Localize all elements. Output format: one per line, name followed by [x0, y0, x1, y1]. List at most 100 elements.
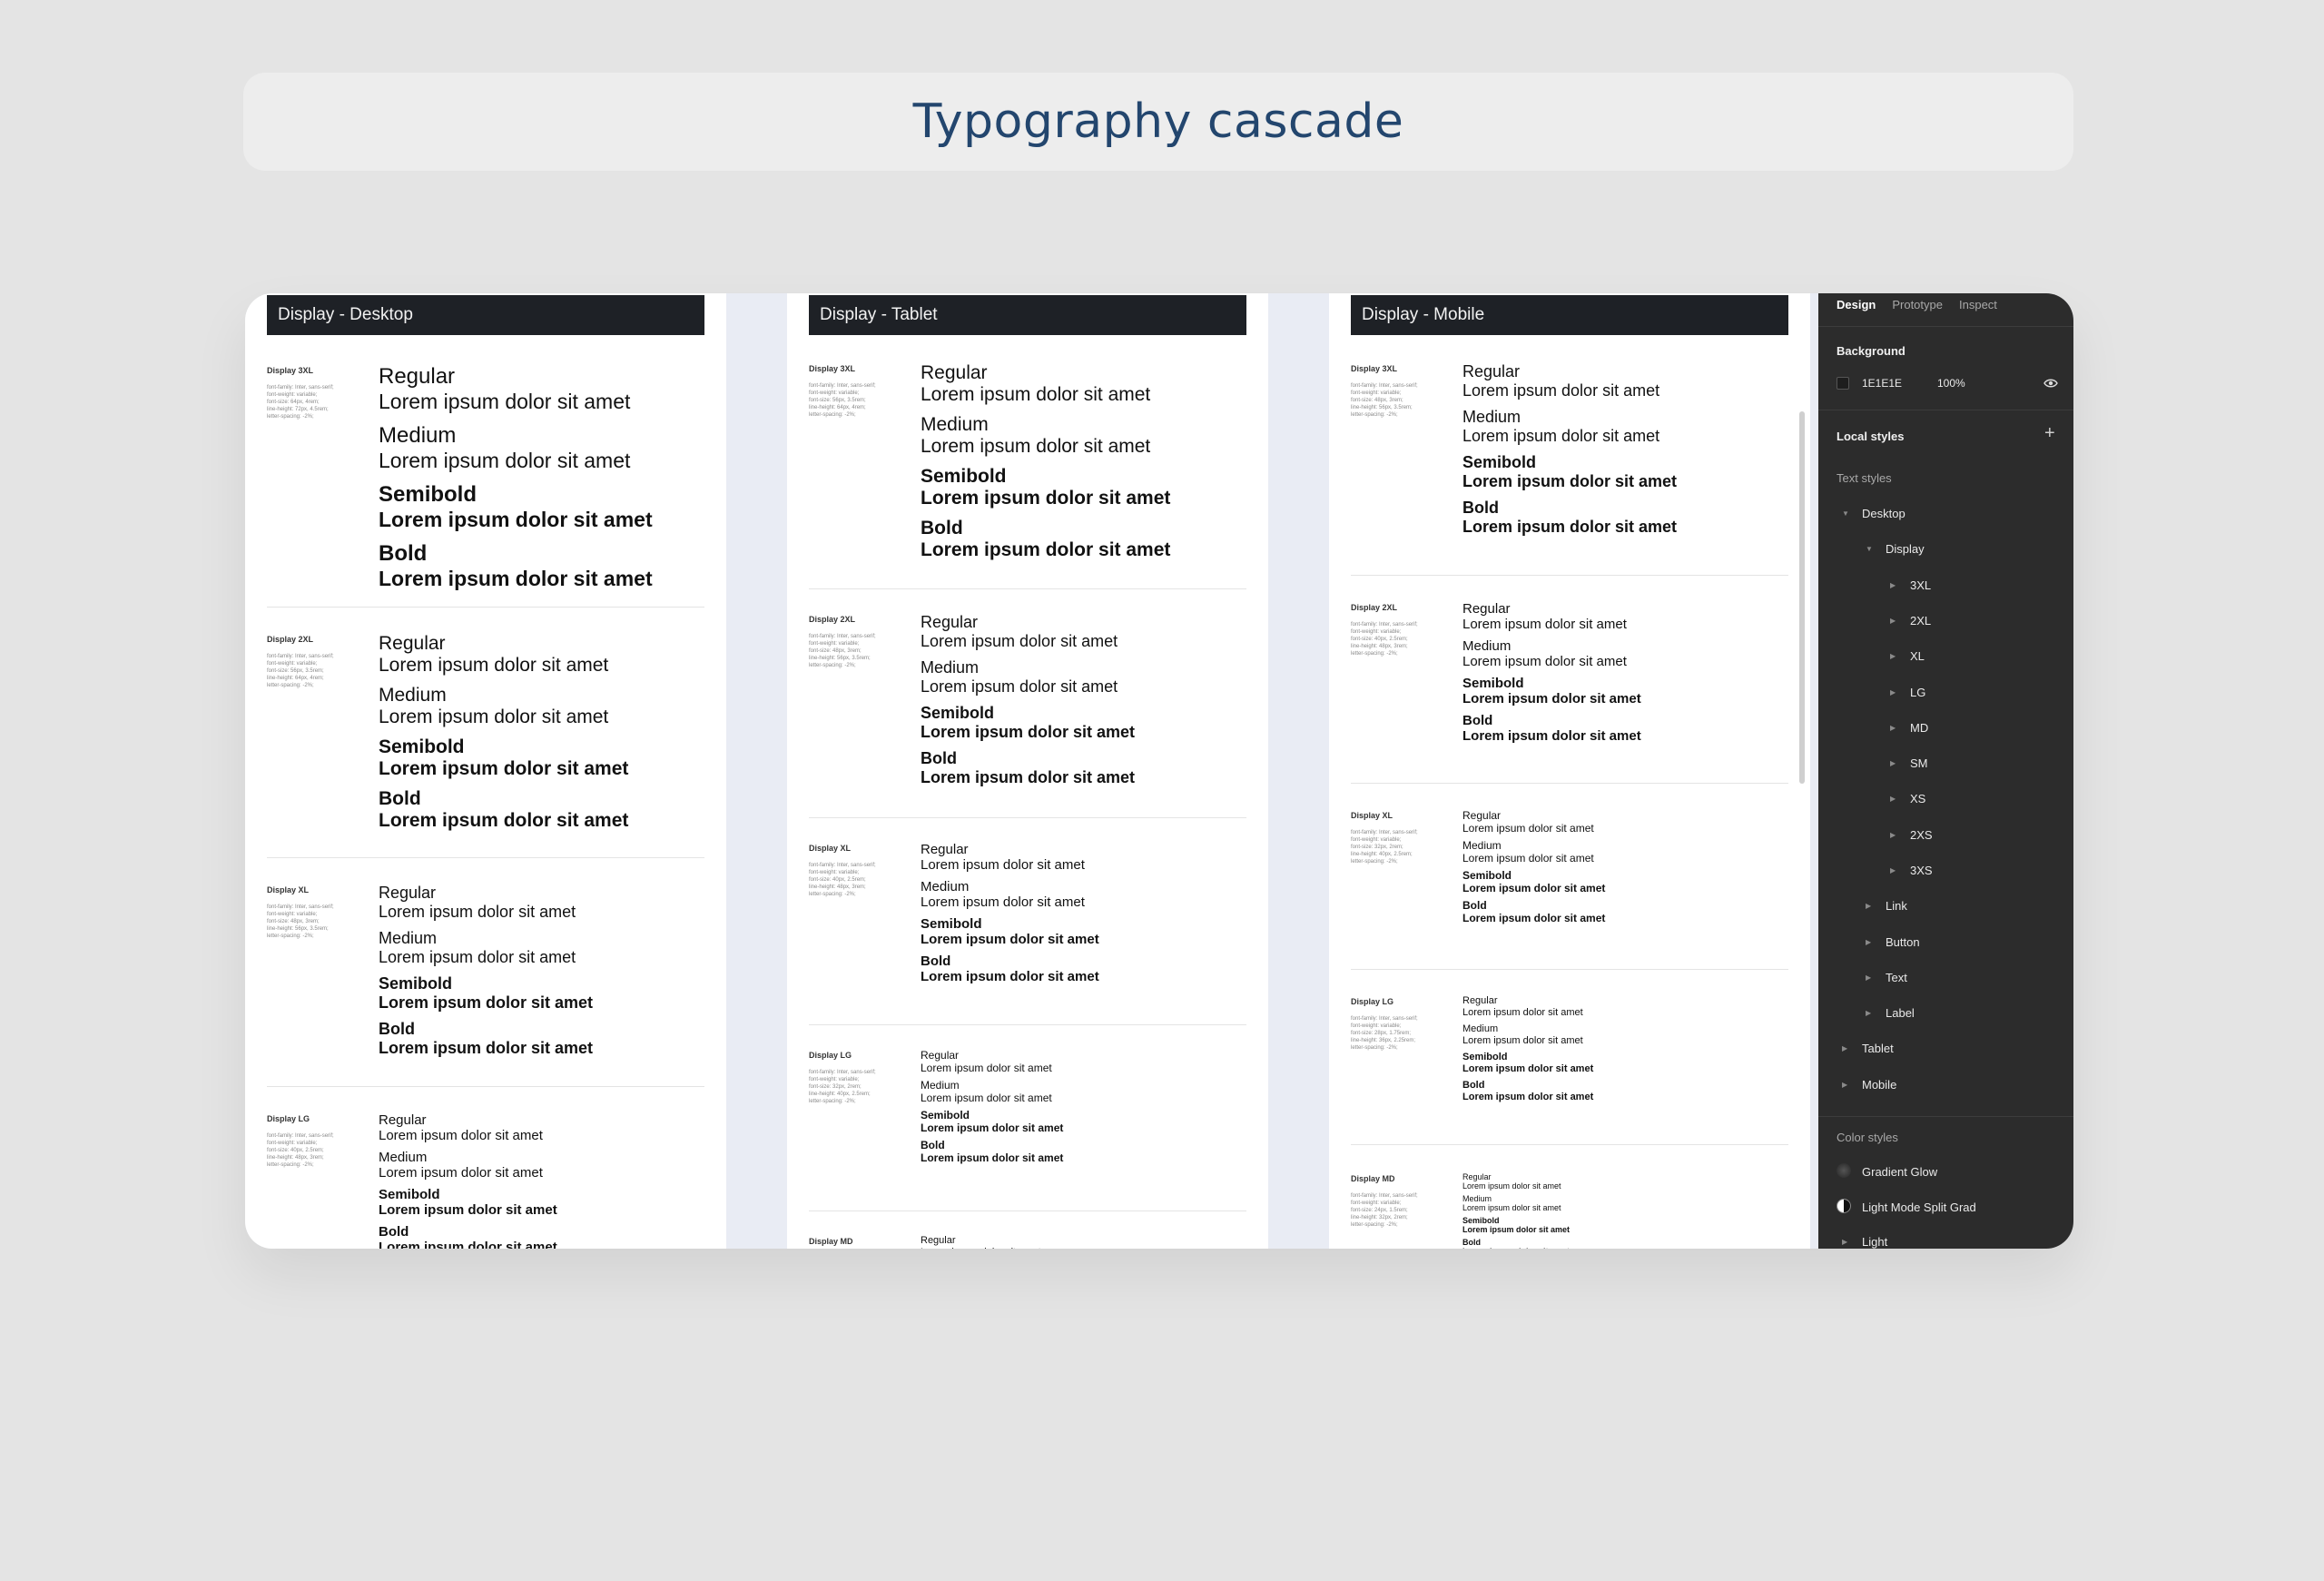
- caret-right-icon[interactable]: ▶: [1890, 617, 1896, 625]
- sample-text: Lorem ipsum dolor sit amet: [921, 384, 1151, 405]
- tree-item-tablet[interactable]: Tablet: [1862, 1042, 1894, 1055]
- spec-line: letter-spacing: -2%;: [1351, 1222, 1398, 1228]
- type-section[interactable]: Display 2XL font-family: Inter, sans-seri…: [809, 589, 1246, 818]
- add-style-icon[interactable]: +: [2044, 424, 2055, 442]
- tree-item-desktop[interactable]: Desktop: [1862, 507, 1905, 520]
- type-section[interactable]: Display LG font-family: Inter, sans-serif…: [809, 1025, 1246, 1211]
- caret-right-icon[interactable]: ▶: [1890, 831, 1896, 839]
- frame-desktop[interactable]: Display - Desktop Display 3XL font-family…: [245, 293, 726, 1249]
- section-meta: Display MD font-family: Inter, sans-serif…: [1351, 1174, 1451, 1229]
- type-section[interactable]: Display 2XL font-family: Inter, sans-seri…: [267, 608, 704, 858]
- caret-down-icon[interactable]: ▼: [1842, 509, 1849, 518]
- tree-item-size[interactable]: 2XL: [1910, 614, 1931, 627]
- tree-item-size[interactable]: XS: [1910, 792, 1925, 805]
- sample-text: Lorem ipsum dolor sit amet: [1462, 1092, 1594, 1102]
- tab-prototype[interactable]: Prototype: [1892, 298, 1943, 311]
- type-section[interactable]: Display XL font-family: Inter, sans-serif…: [809, 818, 1246, 1025]
- tree-item-size[interactable]: 2XS: [1910, 828, 1933, 842]
- type-section[interactable]: Display LG font-family: Inter, sans-serif…: [267, 1087, 704, 1249]
- frame-mobile[interactable]: Display - Mobile Display 3XL font-family:…: [1329, 293, 1810, 1249]
- spec-line: letter-spacing: -2%;: [809, 1099, 856, 1104]
- sample-text: Lorem ipsum dolor sit amet: [921, 632, 1118, 650]
- tree-item-size[interactable]: LG: [1910, 686, 1925, 699]
- caret-right-icon[interactable]: ▶: [1890, 795, 1896, 803]
- tree-item-display[interactable]: Display: [1886, 542, 1925, 556]
- tree-item-size[interactable]: XL: [1910, 649, 1925, 663]
- caret-right-icon[interactable]: ▶: [1890, 866, 1896, 874]
- caret-right-icon[interactable]: ▶: [1866, 973, 1871, 982]
- weight-label: Regular: [379, 364, 456, 389]
- tree-item-size[interactable]: SM: [1910, 756, 1928, 770]
- caret-right-icon[interactable]: ▶: [1842, 1044, 1847, 1052]
- caret-right-icon[interactable]: ▶: [1842, 1238, 1847, 1246]
- spec-line: letter-spacing: -2%;: [267, 414, 314, 420]
- frame-tablet[interactable]: Display - Tablet Display 3XL font-family:…: [787, 293, 1268, 1249]
- spec-line: font-family: Inter, sans-serif;: [809, 634, 876, 639]
- type-section[interactable]: Display XL font-family: Inter, sans-serif…: [1351, 784, 1788, 970]
- weight-sample: RegularLorem ipsum dolor sit amet: [379, 1112, 557, 1143]
- color-style-item[interactable]: Light: [1862, 1235, 1887, 1249]
- tree-item-group[interactable]: Label: [1886, 1006, 1915, 1020]
- sample-text: Lorem ipsum dolor sit amet: [1462, 617, 1627, 632]
- sample-text: Lorem ipsum dolor sit amet: [379, 993, 594, 1012]
- type-section[interactable]: Display LG font-family: Inter, sans-serif…: [1351, 970, 1788, 1145]
- weight-label: Medium: [921, 879, 970, 894]
- weight-sample: RegularLorem ipsum dolor sit amet: [1462, 601, 1641, 632]
- section-meta: Display XL font-family: Inter, sans-serif…: [809, 844, 909, 898]
- weight-label: Bold: [1462, 899, 1487, 912]
- type-section[interactable]: Display MD RegularLorem ipsum dolor sit a…: [809, 1211, 1246, 1249]
- weight-sample: Semibold Lorem ipsum dolor sit amet: [379, 736, 628, 780]
- spec-line: line-height: 48px, 3rem;: [267, 1155, 324, 1161]
- tab-inspect[interactable]: Inspect: [1959, 298, 1997, 311]
- sample-text: Lorem ipsum dolor sit amet: [379, 1039, 594, 1057]
- caret-right-icon[interactable]: ▶: [1866, 1009, 1871, 1017]
- caret-down-icon[interactable]: ▼: [1866, 545, 1873, 553]
- sample-text: Lorem ipsum dolor sit amet: [1462, 822, 1594, 835]
- tree-item-group[interactable]: Link: [1886, 899, 1907, 913]
- type-section[interactable]: Display 3XL font-family: Inter, sans-seri…: [1351, 335, 1788, 576]
- weight-samples: RegularLorem ipsum dolor sit ametMediumL…: [921, 362, 1170, 569]
- tree-item-mobile[interactable]: Mobile: [1862, 1078, 1896, 1092]
- tree-item-size[interactable]: 3XL: [1910, 578, 1931, 592]
- type-section[interactable]: Display 3XL font-family: Inter, sans-seri…: [267, 335, 704, 608]
- weight-sample: Medium Lorem ipsum dolor sit amet: [921, 414, 1170, 458]
- section-meta: Display XL font-family: Inter, sans-serif…: [1351, 811, 1451, 865]
- tree-item-size[interactable]: 3XS: [1910, 864, 1933, 877]
- divider: [1818, 326, 2073, 327]
- section-name: Display XL: [809, 844, 852, 853]
- caret-right-icon[interactable]: ▶: [1890, 724, 1896, 732]
- spec-line: font-family: Inter, sans-serif;: [1351, 1193, 1418, 1199]
- tree-item-group[interactable]: Button: [1886, 935, 1920, 949]
- section-name: Display LG: [1351, 997, 1394, 1006]
- caret-right-icon[interactable]: ▶: [1890, 688, 1896, 697]
- section-name: Display LG: [267, 1114, 310, 1123]
- color-style-item[interactable]: Gradient Glow: [1862, 1165, 1937, 1179]
- caret-right-icon[interactable]: ▶: [1890, 759, 1896, 767]
- eye-icon[interactable]: [2043, 378, 2058, 389]
- tree-item-size[interactable]: MD: [1910, 721, 1928, 735]
- type-section[interactable]: Display 2XL font-family: Inter, sans-seri…: [1351, 576, 1788, 784]
- section-name: Display MD: [809, 1237, 853, 1246]
- tree-item-group[interactable]: Text: [1886, 971, 1907, 984]
- weight-label: Semibold: [1462, 676, 1524, 691]
- weight-label: Regular: [1462, 1172, 1492, 1181]
- scrollbar[interactable]: [1799, 411, 1805, 784]
- caret-right-icon[interactable]: ▶: [1866, 938, 1871, 946]
- spec-line: letter-spacing: -2%;: [809, 663, 856, 668]
- sample-text: Lorem ipsum dolor sit amet: [379, 567, 653, 590]
- type-section[interactable]: Display 3XL font-family: Inter, sans-seri…: [809, 335, 1246, 589]
- background-swatch[interactable]: [1837, 377, 1849, 390]
- color-style-item[interactable]: Light Mode Split Grad: [1862, 1201, 1976, 1214]
- background-opacity[interactable]: 100%: [1937, 377, 1965, 390]
- spec-line: font-family: Inter, sans-serif;: [809, 863, 876, 868]
- caret-right-icon[interactable]: ▶: [1866, 902, 1871, 910]
- background-hex[interactable]: 1E1E1E: [1862, 377, 1902, 390]
- caret-right-icon[interactable]: ▶: [1890, 581, 1896, 589]
- caret-right-icon[interactable]: ▶: [1842, 1081, 1847, 1089]
- tab-design[interactable]: Design: [1837, 298, 1876, 311]
- weight-label: Regular: [379, 1112, 427, 1128]
- type-section[interactable]: Display MD font-family: Inter, sans-serif…: [1351, 1145, 1788, 1249]
- caret-right-icon[interactable]: ▶: [1890, 652, 1896, 660]
- spec-line: line-height: 56px, 3.5rem;: [267, 926, 329, 932]
- type-section[interactable]: Display XL font-family: Inter, sans-serif…: [267, 858, 704, 1087]
